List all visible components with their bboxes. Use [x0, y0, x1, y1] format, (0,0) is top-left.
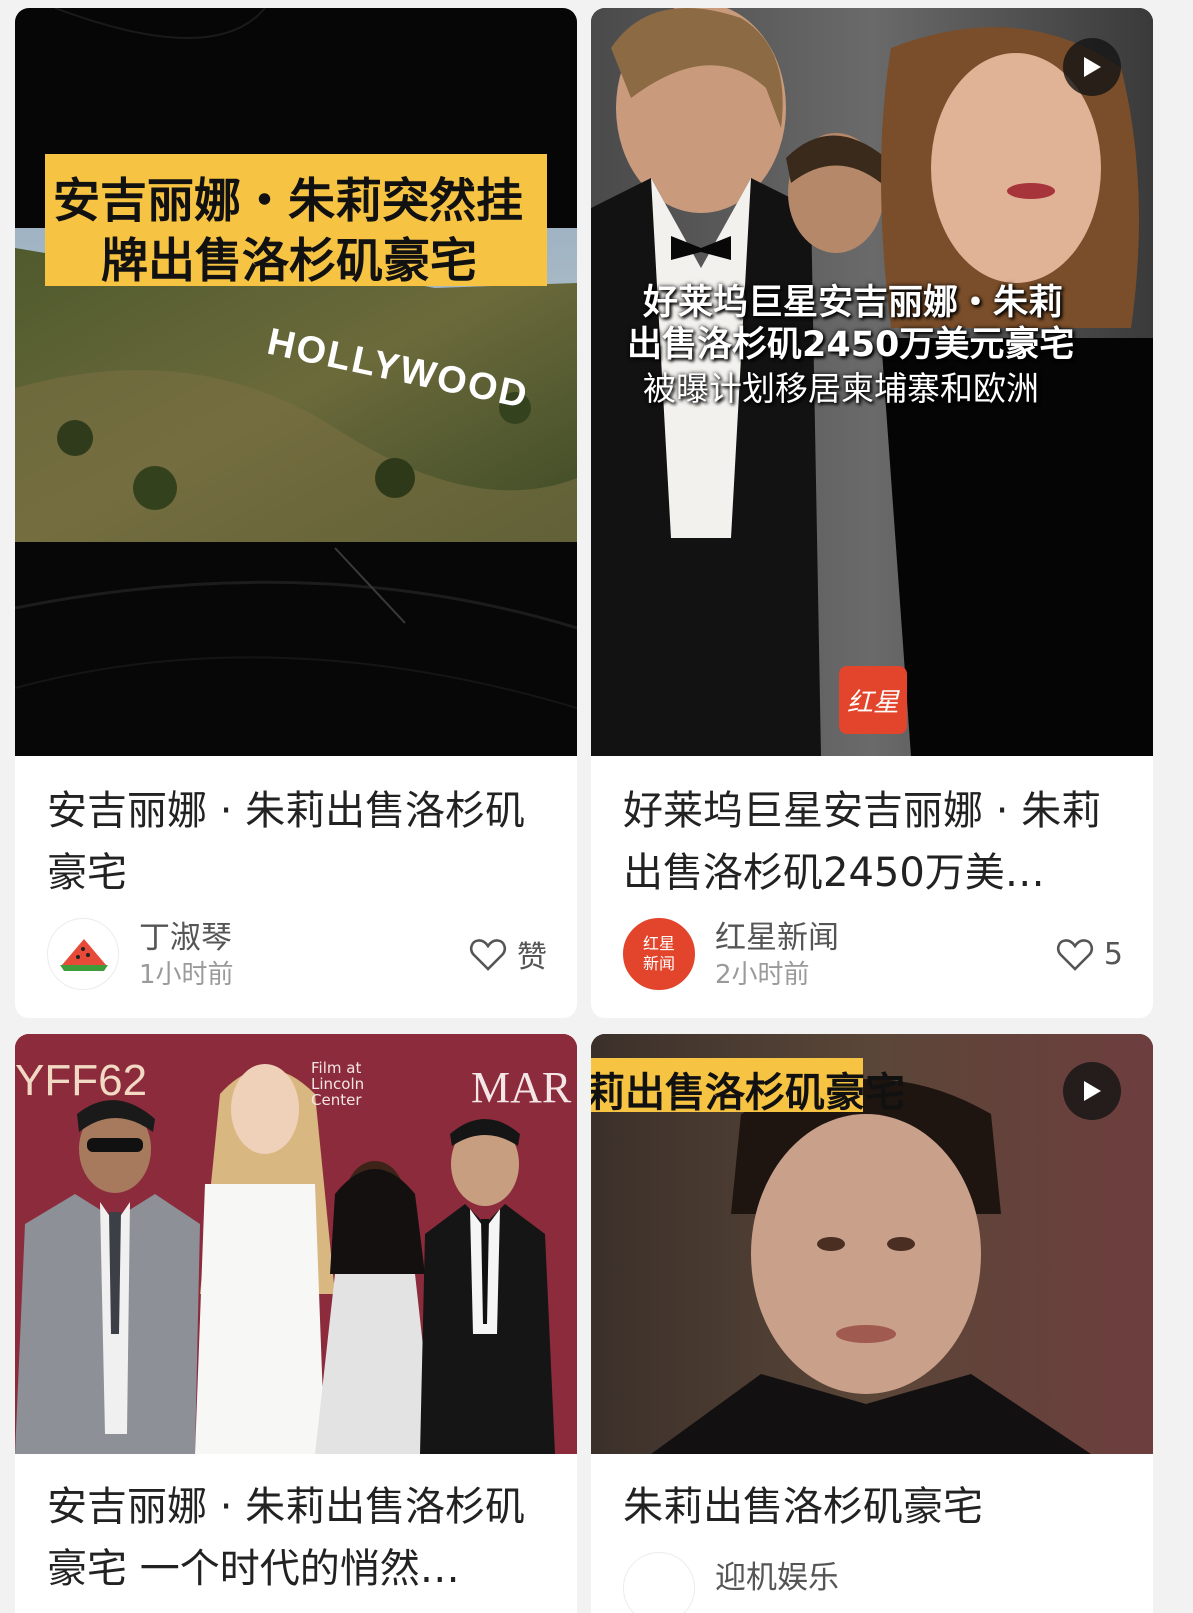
author-name[interactable]: 丁淑琴 — [139, 918, 232, 958]
feed-card[interactable]: 好莱坞巨星安吉丽娜・朱莉 出售洛杉矶2450万美元豪宅 被曝计划移居柬埔寨和欧洲… — [591, 8, 1153, 1018]
source-logo: 红星 — [839, 666, 907, 734]
backdrop-logo-left: YFF62 — [15, 1056, 148, 1105]
like-button[interactable]: 5 — [1056, 934, 1123, 974]
avatar-text: 红星新闻 — [642, 934, 675, 973]
cover-image[interactable]: HOLLYWOOD 安吉丽娜・朱莉突然挂 牌出售洛杉矶豪宅 — [15, 8, 577, 756]
cover-image[interactable]: 好莱坞巨星安吉丽娜・朱莉 出售洛杉矶2450万美元豪宅 被曝计划移居柬埔寨和欧洲… — [591, 8, 1153, 756]
cover-banner-line: 安吉丽娜・朱莉突然挂 — [53, 174, 523, 229]
card-title[interactable]: 安吉丽娜 · 朱莉出售洛杉矶豪宅 一个时代的悄然… — [47, 1476, 547, 1600]
post-time: 1小时前 — [139, 960, 234, 990]
cover-banner: 安吉丽娜・朱莉突然挂 牌出售洛杉矶豪宅 — [45, 154, 547, 289]
cover-banner-line: 莉出售洛杉矶豪宅 — [591, 1070, 905, 1116]
heart-icon — [469, 939, 507, 971]
cover-caption-line: 出售洛杉矶2450万美元豪宅 — [627, 325, 1075, 365]
avatar[interactable] — [623, 1552, 695, 1613]
like-button[interactable]: 赞 — [469, 934, 547, 975]
avatar[interactable] — [47, 918, 119, 990]
avatar[interactable]: 红星新闻 — [623, 918, 695, 990]
source-logo-text: 红星 — [846, 687, 899, 718]
card-title[interactable]: 好莱坞巨星安吉丽娜 · 朱莉出售洛杉矶2450万美… — [623, 780, 1123, 904]
feed-card[interactable]: 莉出售洛杉矶豪宅 朱莉出售洛杉矶豪宅 迎机娱乐 — [591, 1034, 1153, 1613]
cover-banner-line: 牌出售洛杉矶豪宅 — [101, 234, 477, 289]
feed-card[interactable]: HOLLYWOOD 安吉丽娜・朱莉突然挂 牌出售洛杉矶豪宅 安吉丽娜 · 朱莉出… — [15, 8, 577, 1018]
watermelon-icon — [60, 939, 108, 971]
feed-card[interactable]: YFF62 Film at Lincoln Center MAR 安吉丽娜 · … — [15, 1034, 577, 1613]
author-row: 红星新闻 红星新闻 2小时前 5 — [623, 918, 1123, 994]
play-icon — [1084, 1081, 1101, 1101]
play-button[interactable] — [1063, 38, 1121, 96]
cover-image[interactable]: 莉出售洛杉矶豪宅 — [591, 1034, 1153, 1454]
like-label: 赞 — [517, 940, 547, 975]
post-time: 2小时前 — [715, 960, 810, 990]
card-title[interactable]: 安吉丽娜 · 朱莉出售洛杉矶豪宅 — [47, 780, 547, 904]
like-count: 5 — [1103, 936, 1123, 972]
author-row: 迎机娱乐 — [623, 1552, 1123, 1613]
cover-caption-line: 被曝计划移居柬埔寨和欧洲 — [643, 369, 1039, 408]
card-title[interactable]: 朱莉出售洛杉矶豪宅 — [623, 1476, 1123, 1538]
cover-image[interactable]: YFF62 Film at Lincoln Center MAR — [15, 1034, 577, 1454]
author-row: 丁淑琴 1小时前 赞 — [47, 918, 547, 994]
author-name[interactable]: 红星新闻 — [715, 918, 839, 958]
cover-banner: 莉出售洛杉矶豪宅 — [591, 1058, 905, 1116]
backdrop-logo-right: MAR — [471, 1063, 572, 1112]
heart-icon — [1056, 939, 1093, 971]
play-icon — [1084, 57, 1101, 77]
play-button[interactable] — [1063, 1062, 1121, 1120]
backdrop-logo-center: Film at Lincoln Center — [311, 1059, 365, 1109]
author-name[interactable]: 迎机娱乐 — [715, 1558, 839, 1598]
